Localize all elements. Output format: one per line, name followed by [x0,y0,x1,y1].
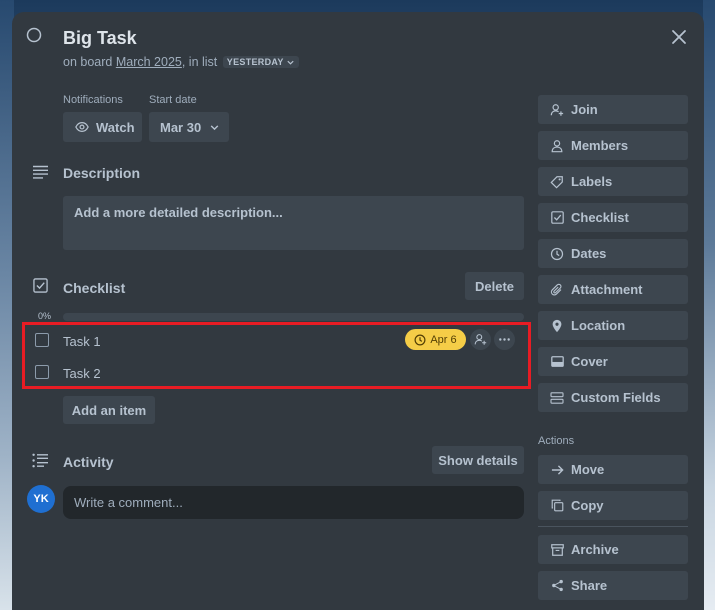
description-icon [32,165,49,179]
user-add-icon [550,103,564,117]
list-selector[interactable]: YESTERDAY [222,56,299,68]
sidebar-divider [538,526,688,527]
user-icon [550,139,564,153]
copy-button[interactable]: Copy [538,491,688,520]
move-label: Move [571,462,605,477]
subtitle-mid: , in list [181,55,218,69]
checklist-label: Checklist [571,210,629,225]
share-button[interactable]: Share [538,571,688,600]
labels-label: Labels [571,174,613,189]
checklist-progress-text: 0% [38,311,52,321]
activity-icon [32,453,49,468]
chevron-down-icon [286,58,295,67]
cover-button[interactable]: Cover [538,347,688,376]
attachment-label: Attachment [571,282,643,297]
archive-button[interactable]: Archive [538,535,688,564]
members-label: Members [571,138,629,153]
custom-fields-icon [550,391,564,404]
activity-heading: Activity [63,454,114,470]
highlight-box [22,322,531,389]
archive-label: Archive [571,542,619,557]
add-item-button[interactable]: Add an item [63,396,155,424]
copy-label: Copy [571,498,604,513]
card-title[interactable]: Big Task [63,28,137,49]
start-date-label: Start date [149,94,197,106]
notifications-label: Notifications [63,94,123,106]
actions-heading: Actions [538,435,575,447]
close-icon[interactable] [668,26,690,48]
avatar[interactable]: YK [27,485,55,513]
checklist-progress-bar [63,313,524,321]
location-button[interactable]: Location [538,311,688,340]
archive-icon [550,543,564,556]
share-label: Share [571,578,608,593]
description-editor[interactable]: Add a more detailed description... [63,196,524,250]
copy-icon [550,499,564,512]
clock-icon [550,247,564,261]
paperclip-icon [550,283,564,297]
show-details-button[interactable]: Show details [432,446,524,474]
move-button[interactable]: Move [538,455,688,484]
checklist-button[interactable]: Checklist [538,203,688,232]
eye-icon [75,120,89,134]
location-pin-icon [550,319,564,333]
chevron-down-icon [209,122,220,133]
start-date-value: Mar 30 [160,119,202,135]
dates-label: Dates [571,246,607,261]
share-icon [550,579,564,592]
members-button[interactable]: Members [538,131,688,160]
attachment-button[interactable]: Attachment [538,275,688,304]
description-heading: Description [63,165,141,181]
dates-button[interactable]: Dates [538,239,688,268]
watch-label: Watch [96,119,135,135]
comment-input[interactable] [63,486,524,519]
card-complete-circle-icon[interactable] [26,27,42,43]
custom-fields-button[interactable]: Custom Fields [538,383,688,412]
join-label: Join [571,102,598,117]
arrow-right-icon [550,464,564,476]
card-detail-modal: Big Task on board March 2025, in list YE… [12,12,704,610]
checklist-heading: Checklist [63,280,126,296]
board-link[interactable]: March 2025 [116,55,182,69]
tag-icon [550,175,564,189]
cover-icon [550,356,564,367]
labels-button[interactable]: Labels [538,167,688,196]
checklist-icon [33,278,48,293]
join-button[interactable]: Join [538,95,688,124]
subtitle-prefix: on board [63,55,113,69]
cover-label: Cover [571,354,608,369]
location-label: Location [571,318,626,333]
custom-fields-label: Custom Fields [571,390,661,405]
background-right [703,0,715,610]
delete-checklist-button[interactable]: Delete [465,272,524,300]
list-name: YESTERDAY [226,57,284,67]
watch-button[interactable]: Watch [63,112,142,142]
checkbox-icon [550,211,564,224]
card-subtitle: on board March 2025, in list YESTERDAY [63,55,299,69]
start-date-button[interactable]: Mar 30 [149,112,229,142]
